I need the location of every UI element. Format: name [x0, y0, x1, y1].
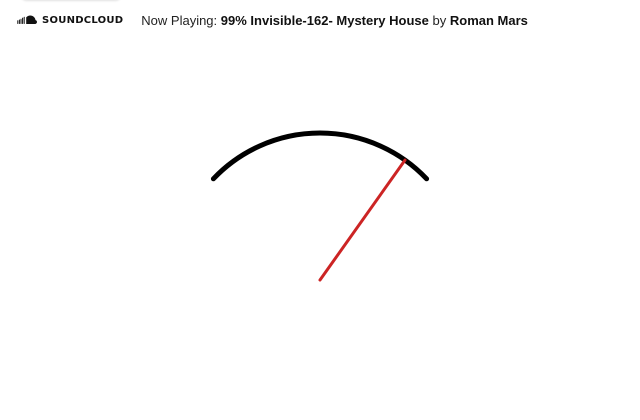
playback-gauge [210, 130, 430, 282]
soundcloud-visualizer: SOUNDCLOUD Now Playing: 99% Invisible-16… [0, 0, 640, 420]
gauge-arc [210, 130, 430, 182]
gauge-needle [318, 158, 407, 282]
